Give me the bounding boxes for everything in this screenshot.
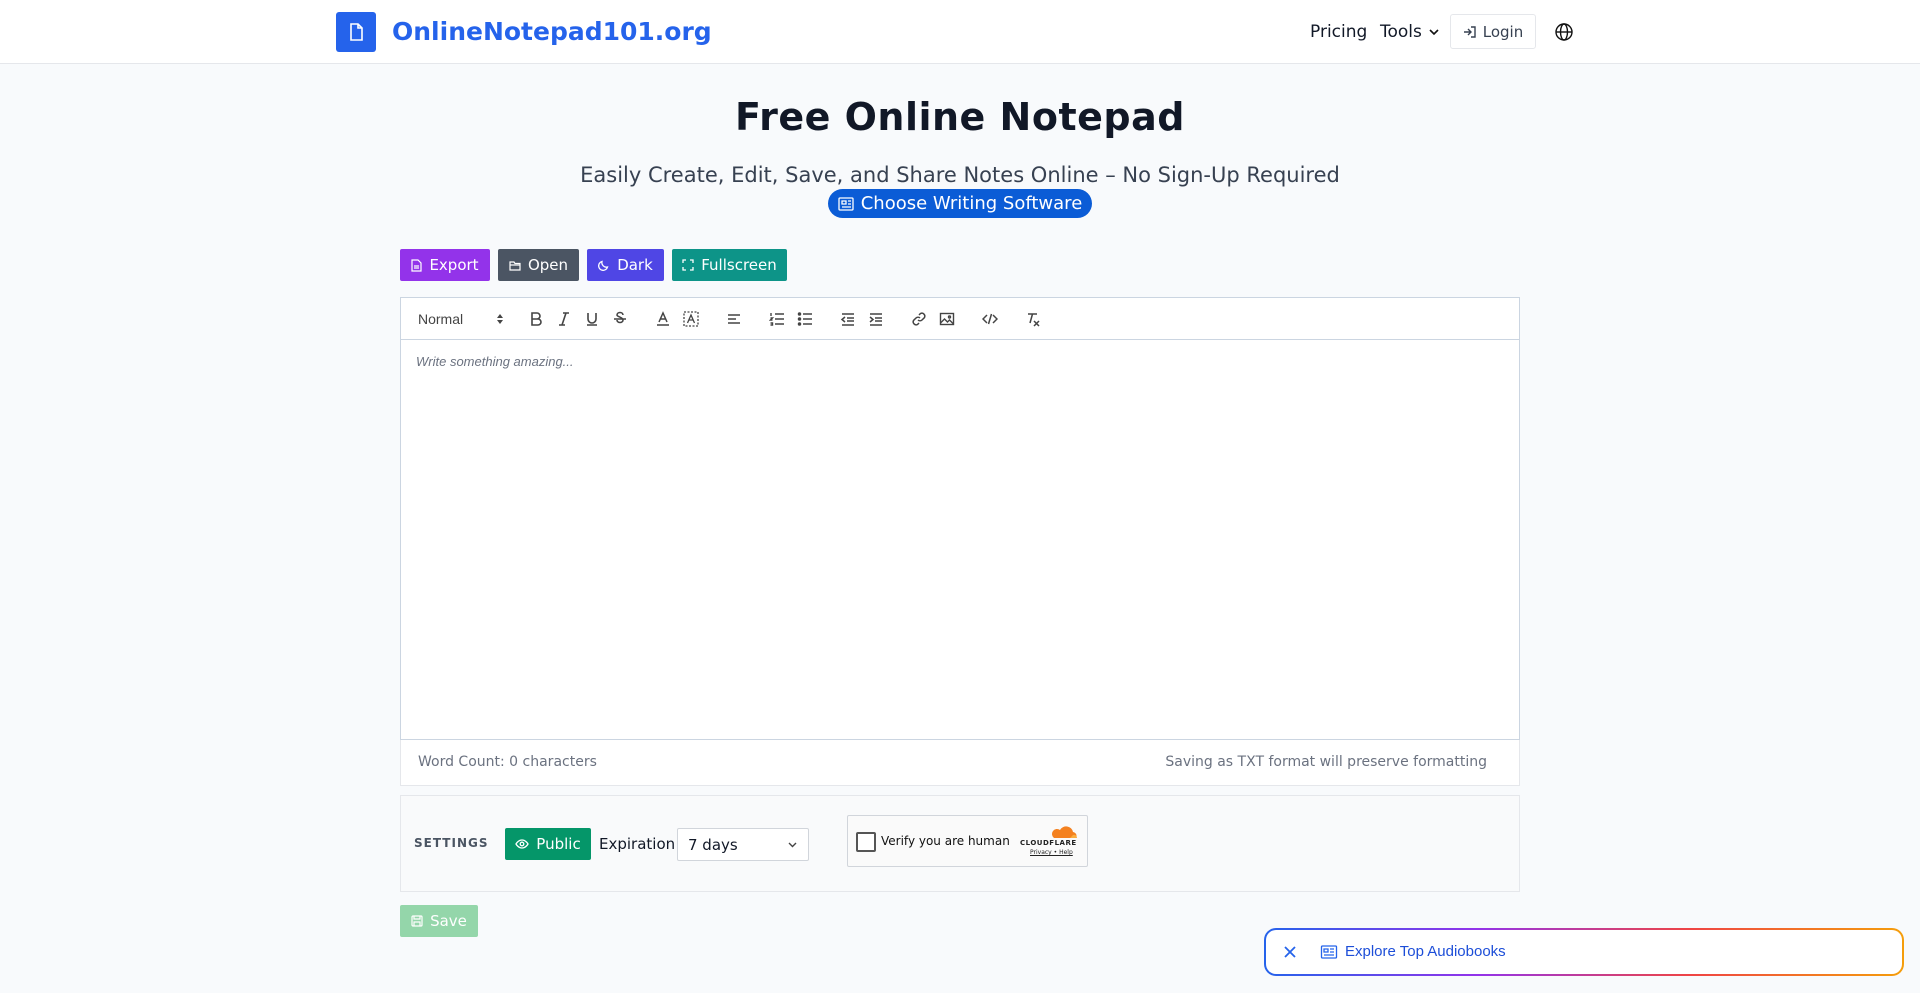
clear-formatting-icon[interactable] <box>1023 309 1043 329</box>
chevron-down-icon <box>1429 29 1439 36</box>
image-icon[interactable] <box>937 309 957 329</box>
indent-icon[interactable] <box>866 309 886 329</box>
visibility-public-button[interactable]: Public <box>505 828 591 860</box>
audiobooks-promo[interactable]: Explore Top Audiobooks <box>1264 928 1904 976</box>
moon-icon <box>598 260 609 271</box>
heading-size-select[interactable]: Normal <box>418 309 504 329</box>
save-icon <box>411 915 423 927</box>
underline-icon[interactable] <box>582 309 602 329</box>
ordered-list-icon[interactable] <box>767 309 787 329</box>
export-button[interactable]: Export <box>400 249 490 281</box>
close-icon[interactable] <box>1280 942 1300 962</box>
newspaper-icon <box>1320 945 1338 959</box>
sort-arrows-icon <box>497 314 503 324</box>
export-label: Export <box>429 256 479 274</box>
page-title: Free Online Notepad <box>735 95 1185 139</box>
cloud-icon <box>1052 826 1078 838</box>
top-header: OnlineNotepad101.org Pricing Tools Login <box>0 0 1920 64</box>
fullscreen-label: Fullscreen <box>701 256 777 274</box>
choose-writing-software-button[interactable]: Choose Writing Software <box>828 189 1092 218</box>
choose-writing-software-label: Choose Writing Software <box>860 193 1083 214</box>
settings-panel: SETTINGS Public Expiration 7 days Verify… <box>400 795 1520 892</box>
expiration-label: Expiration <box>599 835 676 853</box>
login-label: Login <box>1482 22 1524 41</box>
cloudflare-wordmark: CLOUDFLARE <box>1020 839 1077 847</box>
strikethrough-icon[interactable] <box>610 309 630 329</box>
nav-tools-dropdown[interactable]: Tools <box>1380 20 1440 44</box>
expand-icon <box>682 259 694 271</box>
eye-icon <box>515 839 530 849</box>
open-label: Open <box>527 256 569 274</box>
expiration-value: 7 days <box>688 835 738 854</box>
file-icon <box>411 258 423 272</box>
link-icon[interactable] <box>909 309 929 329</box>
text-color-icon[interactable] <box>653 309 673 329</box>
editor-toolbar: Normal <box>401 298 1519 340</box>
captcha-text: Verify you are human <box>881 834 1010 848</box>
login-icon <box>1463 25 1476 38</box>
background-color-icon[interactable] <box>681 309 701 329</box>
code-icon[interactable] <box>980 309 1000 329</box>
login-button[interactable]: Login <box>1450 14 1536 49</box>
cloudflare-captcha: Verify you are human CLOUDFLARE Privacy … <box>847 815 1088 867</box>
captcha-links[interactable]: Privacy • Help <box>1030 849 1073 856</box>
brand-name[interactable]: OnlineNotepad101.org <box>392 14 712 50</box>
save-button[interactable]: Save <box>400 905 478 937</box>
chevron-down-icon <box>788 842 797 848</box>
heading-size-value: Normal <box>418 311 464 327</box>
nav-pricing[interactable]: Pricing <box>1310 20 1367 44</box>
globe-icon[interactable] <box>1553 21 1575 43</box>
settings-label: SETTINGS <box>414 836 489 850</box>
bullet-list-icon[interactable] <box>795 309 815 329</box>
dark-mode-button[interactable]: Dark <box>587 249 664 281</box>
italic-icon[interactable] <box>554 309 574 329</box>
visibility-label: Public <box>536 835 581 853</box>
rich-text-editor: Normal Write something amazing... <box>400 297 1520 740</box>
save-label: Save <box>430 912 467 930</box>
logo-icon[interactable] <box>336 12 376 52</box>
bold-icon[interactable] <box>526 309 546 329</box>
cloudflare-logo: CLOUDFLARE Privacy • Help <box>1020 824 1082 860</box>
align-left-icon[interactable] <box>724 309 744 329</box>
newspaper-icon <box>838 196 854 211</box>
editor-status-bar: Word Count: 0 characters Saving as TXT f… <box>400 740 1520 786</box>
open-button[interactable]: Open <box>498 249 579 281</box>
dark-label: Dark <box>617 256 653 274</box>
page-subtitle: Easily Create, Edit, Save, and Share Not… <box>580 163 1340 187</box>
nav-tools-label: Tools <box>1380 22 1422 42</box>
expiration-select[interactable]: 7 days <box>677 828 809 861</box>
editor-placeholder[interactable]: Write something amazing... <box>416 354 574 369</box>
folder-icon <box>509 260 521 271</box>
promo-text[interactable]: Explore Top Audiobooks <box>1345 942 1506 962</box>
promo-inner: Explore Top Audiobooks <box>1266 930 1902 974</box>
format-note: Saving as TXT format will preserve forma… <box>1165 754 1487 770</box>
captcha-checkbox[interactable] <box>856 832 876 852</box>
word-count: Word Count: 0 characters <box>418 754 597 770</box>
outdent-icon[interactable] <box>838 309 858 329</box>
fullscreen-button[interactable]: Fullscreen <box>672 249 787 281</box>
